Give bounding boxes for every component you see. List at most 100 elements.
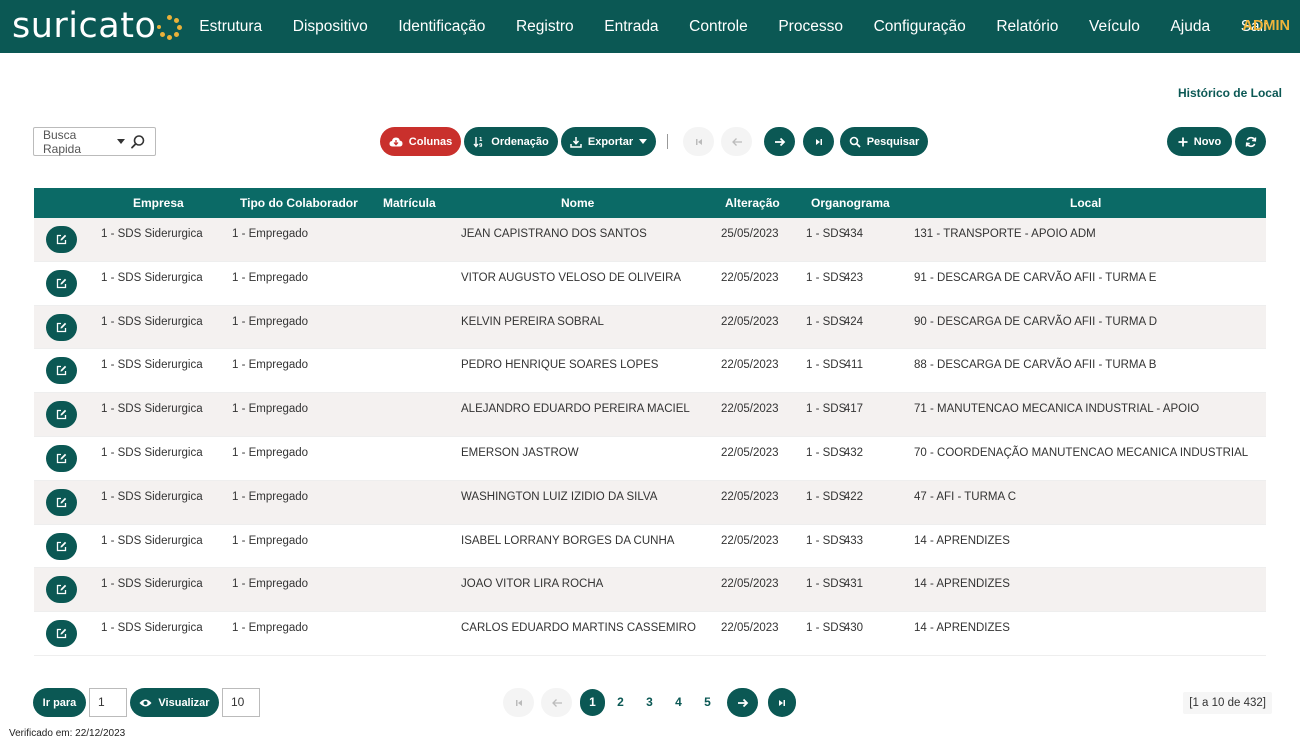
refresh-button[interactable] xyxy=(1235,127,1266,156)
nav-item-registro[interactable]: Registro xyxy=(501,18,589,36)
last-page-button[interactable] xyxy=(803,127,834,156)
page-number[interactable]: 2 xyxy=(608,688,633,717)
nav-item-entrada[interactable]: Entrada xyxy=(589,18,674,36)
prev-page-button[interactable] xyxy=(541,688,572,717)
nav-item-dispositivo[interactable]: Dispositivo xyxy=(277,18,383,36)
cell-alteracao: 22/05/2023 xyxy=(721,315,779,328)
last-page-button[interactable] xyxy=(768,688,796,717)
chevron-down-icon[interactable] xyxy=(117,139,125,144)
edit-row-button[interactable] xyxy=(46,313,77,341)
edit-row-button[interactable] xyxy=(46,576,77,604)
column-header[interactable]: Tipo do Colaborador xyxy=(240,188,358,218)
edit-icon xyxy=(56,628,67,639)
cell-organograma: 1 - SDS xyxy=(806,403,847,416)
edit-row-button[interactable] xyxy=(46,357,77,385)
edit-row-button[interactable] xyxy=(46,488,77,516)
user-menu[interactable]: ADMIN xyxy=(1242,0,1290,53)
column-header[interactable]: Organograma xyxy=(811,188,890,218)
nav-item-controle[interactable]: Controle xyxy=(674,18,763,36)
column-header[interactable]: Local xyxy=(1070,188,1101,218)
quick-search-dropdown[interactable]: Busca Rapida xyxy=(33,127,156,156)
cell-nome: JEAN CAPISTRANO DOS SANTOS xyxy=(461,228,647,240)
cell-nome: ISABEL LORRANY BORGES DA CUNHA xyxy=(461,534,675,547)
page-title-link[interactable]: Histórico de Local xyxy=(1178,86,1282,100)
cell-organograma: 1 - SDS xyxy=(806,622,847,635)
table-row: 1 - SDS Siderurgica 1 - Empregado 422 WASHI… xyxy=(34,480,1266,525)
edit-row-button[interactable] xyxy=(46,620,77,648)
cell-matricula: 422 xyxy=(843,490,863,503)
cell-tipo: 1 - Empregado xyxy=(232,534,309,547)
new-label: Novo xyxy=(1193,135,1222,148)
nav-item-ajuda[interactable]: Ajuda xyxy=(1155,18,1225,36)
table-row: 1 - SDS Siderurgica 1 - Empregado 417 ALEJA… xyxy=(34,393,1266,437)
goto-page-input[interactable]: 1 xyxy=(89,688,127,717)
arrow-right-icon xyxy=(774,137,785,146)
cell-alteracao: 22/05/2023 xyxy=(721,359,779,372)
cell-tipo: 1 - Empregado xyxy=(232,228,309,240)
column-header[interactable]: Empresa xyxy=(133,188,184,218)
export-label: Exportar xyxy=(587,135,634,148)
column-header[interactable]: Matrícula xyxy=(383,188,436,218)
nav-item-identificacao[interactable]: Identificação xyxy=(383,18,501,36)
goto-page-button[interactable]: Ir para xyxy=(33,688,86,717)
cell-alteracao: 22/05/2023 xyxy=(721,622,779,635)
cell-local: 47 - AFI - TURMA C xyxy=(914,490,1017,503)
view-count-button[interactable]: Visualizar xyxy=(130,688,219,717)
cell-alteracao: 22/05/2023 xyxy=(721,403,779,416)
nav-item-configuracao[interactable]: Configuração xyxy=(858,18,981,36)
columns-button[interactable]: Colunas xyxy=(380,127,461,156)
table-body: 1 - SDS Siderurgica 1 - Empregado 434 JEAN … xyxy=(34,218,1266,656)
edit-row-button[interactable] xyxy=(46,401,77,429)
search-icon[interactable] xyxy=(129,133,147,151)
nav-item-veiculo[interactable]: Veículo xyxy=(1074,18,1155,36)
page-number[interactable]: 5 xyxy=(695,688,720,717)
cell-empresa: 1 - SDS Siderurgica xyxy=(101,446,203,459)
prev-page-button[interactable] xyxy=(721,127,752,156)
arrow-left-icon xyxy=(551,698,562,707)
nav-item-relatorio[interactable]: Relatório xyxy=(981,18,1074,36)
cell-organograma: 1 - SDS xyxy=(806,271,847,284)
edit-row-button[interactable] xyxy=(46,532,77,560)
nav-item-processo[interactable]: Processo xyxy=(763,18,858,36)
column-header[interactable]: Alteração xyxy=(725,188,780,218)
table-row: 1 - SDS Siderurgica 1 - Empregado 434 JEAN … xyxy=(34,218,1266,262)
cell-organograma: 1 - SDS xyxy=(806,446,847,459)
first-page-button[interactable] xyxy=(683,127,714,156)
cell-organograma: 1 - SDS xyxy=(806,490,847,503)
nav-item-estrutura[interactable]: Estrutura xyxy=(184,18,277,36)
new-button[interactable]: Novo xyxy=(1167,127,1232,156)
first-page-button[interactable] xyxy=(503,688,534,717)
cell-nome: ALEJANDRO EDUARDO PEREIRA MACIEL xyxy=(461,403,690,416)
cell-empresa: 1 - SDS Siderurgica xyxy=(101,359,203,372)
main-menu: Estrutura Dispositivo Identificação Registr… xyxy=(184,0,1284,53)
column-header[interactable]: Nome xyxy=(561,188,594,218)
ordering-button[interactable]: 1 9 Ordenação xyxy=(464,127,558,156)
cell-alteracao: 25/05/2023 xyxy=(721,228,779,240)
table-row: 1 - SDS Siderurgica 1 - Empregado 423 VITOR… xyxy=(34,262,1266,306)
page-number[interactable]: 4 xyxy=(666,688,691,717)
rows-per-page-input[interactable]: 10 xyxy=(222,688,260,717)
edit-icon xyxy=(56,234,67,245)
edit-row-button[interactable] xyxy=(46,226,77,253)
cell-matricula: 424 xyxy=(843,315,863,328)
cell-organograma: 1 - SDS xyxy=(806,315,847,328)
cell-organograma: 1 - SDS xyxy=(806,578,847,591)
edit-icon xyxy=(56,366,67,376)
edit-row-button[interactable] xyxy=(46,269,77,297)
logo[interactable]: suricato xyxy=(12,6,183,46)
arrow-left-icon xyxy=(731,137,742,146)
table-row: 1 - SDS Siderurgica 1 - Empregado 433 ISABE… xyxy=(34,525,1266,569)
quick-search-label: Busca Rapida xyxy=(43,127,82,156)
verified-date: Verificado em: 22/12/2023 xyxy=(9,728,126,739)
table-row: 1 - SDS Siderurgica 1 - Empregado 411 PEDRO… xyxy=(34,349,1266,394)
cell-nome: JOAO VITOR LIRA ROCHA xyxy=(461,578,604,591)
cloud-icon xyxy=(389,137,403,146)
edit-row-button[interactable] xyxy=(46,444,77,472)
export-button[interactable]: Exportar xyxy=(561,127,656,156)
page-number[interactable]: 3 xyxy=(637,688,662,717)
next-page-button[interactable] xyxy=(764,127,795,156)
search-button[interactable]: Pesquisar xyxy=(840,127,928,156)
page-number[interactable]: 1 xyxy=(580,689,605,716)
cell-empresa: 1 - SDS Siderurgica xyxy=(101,622,203,635)
next-page-button[interactable] xyxy=(727,688,758,717)
